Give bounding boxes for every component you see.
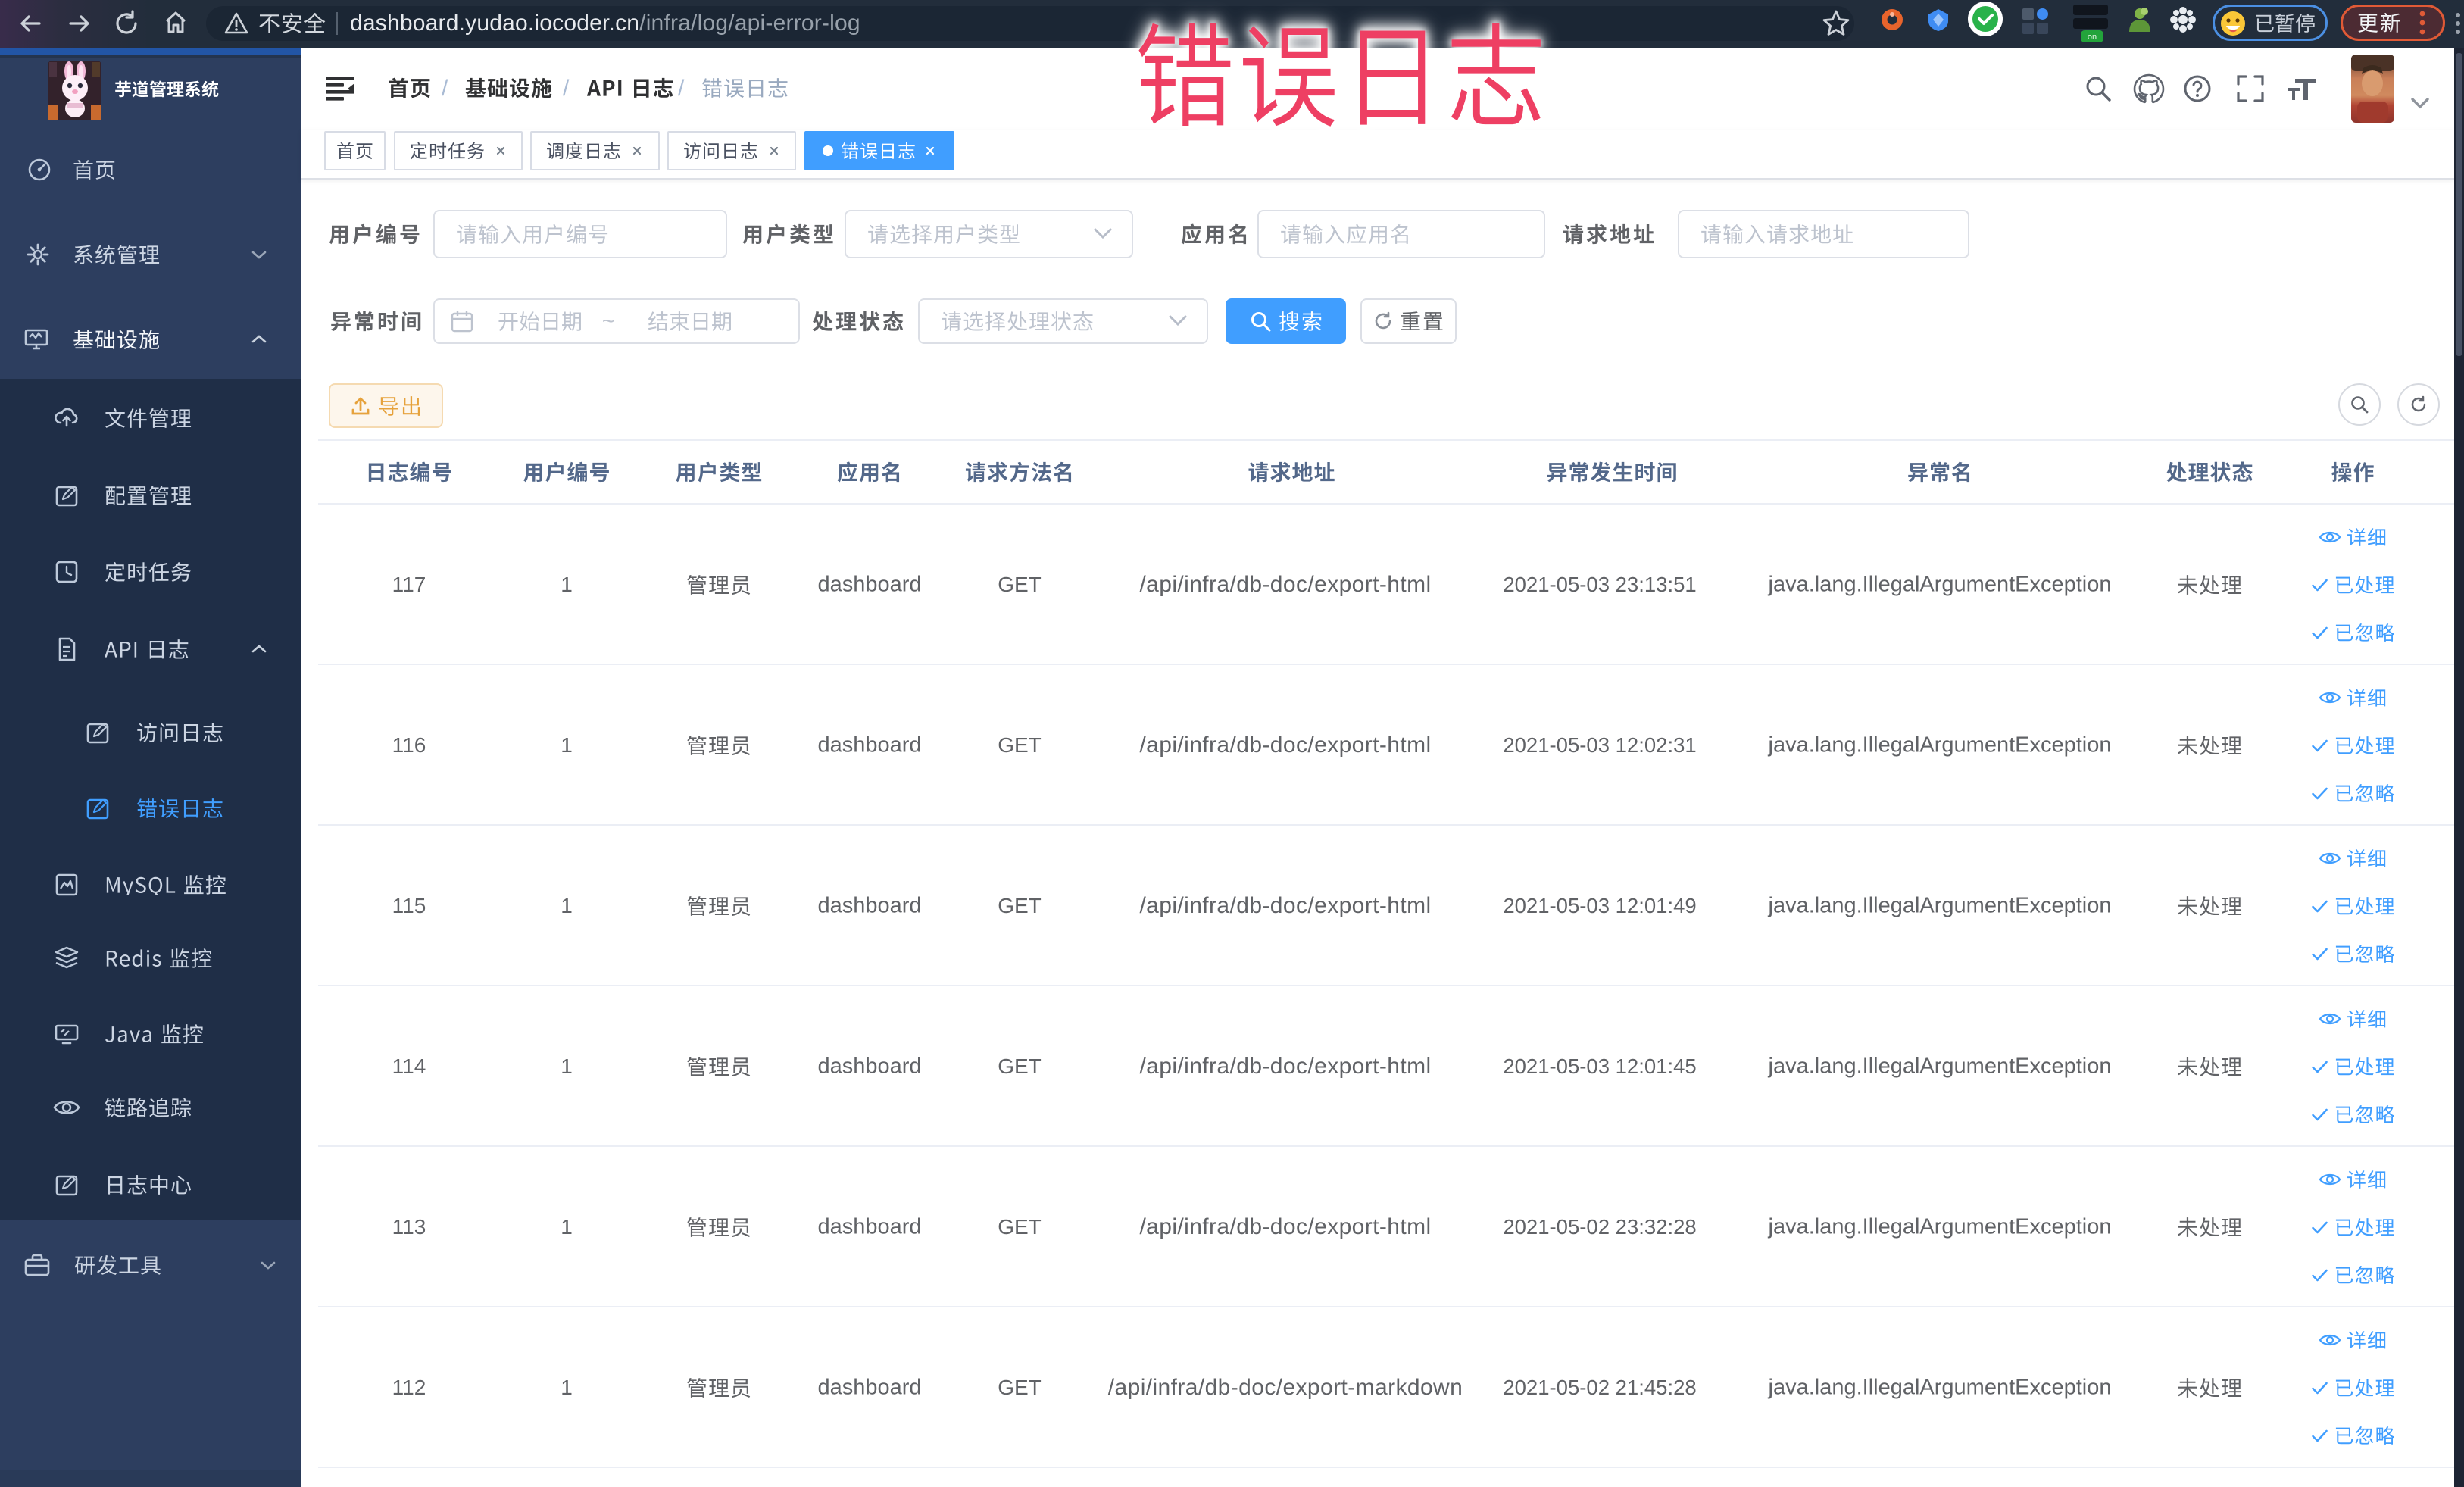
svg-text:on: on [2088, 33, 2097, 42]
